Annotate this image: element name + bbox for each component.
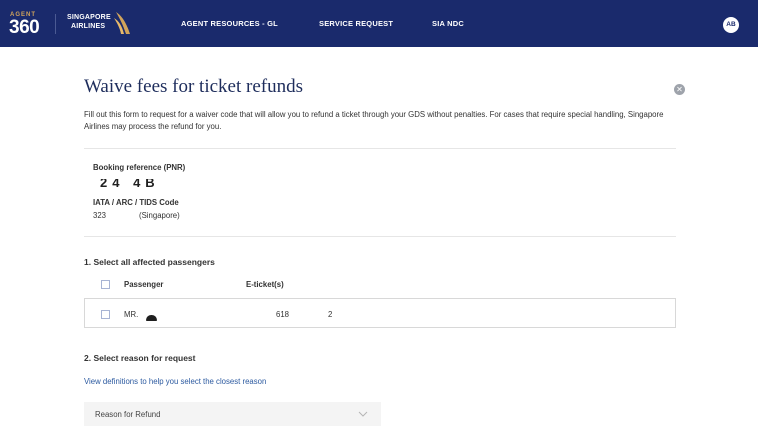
nav-service-request[interactable]: SERVICE REQUEST — [319, 19, 393, 28]
iata-label: IATA / ARC / TIDS Code — [93, 198, 179, 207]
bird-logo-icon — [114, 12, 130, 34]
select-all-passengers-checkbox[interactable] — [101, 280, 110, 289]
agent360-logo[interactable]: AGENT 360 — [9, 12, 56, 38]
redacted-name-mark — [146, 315, 157, 321]
divider — [84, 236, 676, 237]
iata-code: 323 — [93, 211, 107, 220]
reason-definitions-link[interactable]: View definitions to help you select the … — [84, 377, 266, 386]
user-avatar[interactable]: AB — [723, 17, 739, 33]
eticket-prefix: 618 — [276, 310, 290, 319]
reason-select[interactable]: Reason for Refund — [84, 402, 381, 426]
col-eticket-header: E-ticket(s) — [246, 280, 284, 289]
passenger-row[interactable] — [84, 298, 676, 328]
chevron-down-icon — [358, 411, 368, 417]
nav-agent-resources[interactable]: AGENT RESOURCES - GL — [181, 19, 278, 28]
iata-location: (Singapore) — [139, 211, 180, 220]
col-passenger-header: Passenger — [124, 280, 164, 289]
passenger-name: MR. — [124, 310, 139, 319]
airline-logo-line1: SINGAPORE — [67, 14, 111, 21]
reason-select-placeholder: Reason for Refund — [95, 410, 161, 419]
singapore-airlines-logo: SINGAPORE AIRLINES — [67, 12, 130, 36]
passengers-section-title: 1. Select all affected passengers — [84, 257, 215, 267]
agent360-number: 360 — [9, 17, 40, 38]
airline-logo-line2: AIRLINES — [71, 23, 106, 30]
pnr-value: 24 4B — [100, 179, 160, 187]
divider — [84, 148, 676, 149]
logo-divider — [55, 14, 56, 34]
top-navigation-bar: AGENT 360 SINGAPORE AIRLINES AGENT RESOU… — [0, 0, 758, 47]
close-icon[interactable]: ✕ — [674, 84, 685, 95]
passenger-checkbox[interactable] — [101, 310, 110, 319]
nav-sia-ndc[interactable]: SIA NDC — [432, 19, 464, 28]
eticket-suffix: 2 — [328, 310, 333, 319]
reason-section-title: 2. Select reason for request — [84, 353, 196, 363]
page-intro: Fill out this form to request for a waiv… — [84, 110, 664, 131]
pnr-label: Booking reference (PNR) — [93, 163, 186, 172]
page-title: Waive fees for ticket refunds — [84, 76, 303, 97]
